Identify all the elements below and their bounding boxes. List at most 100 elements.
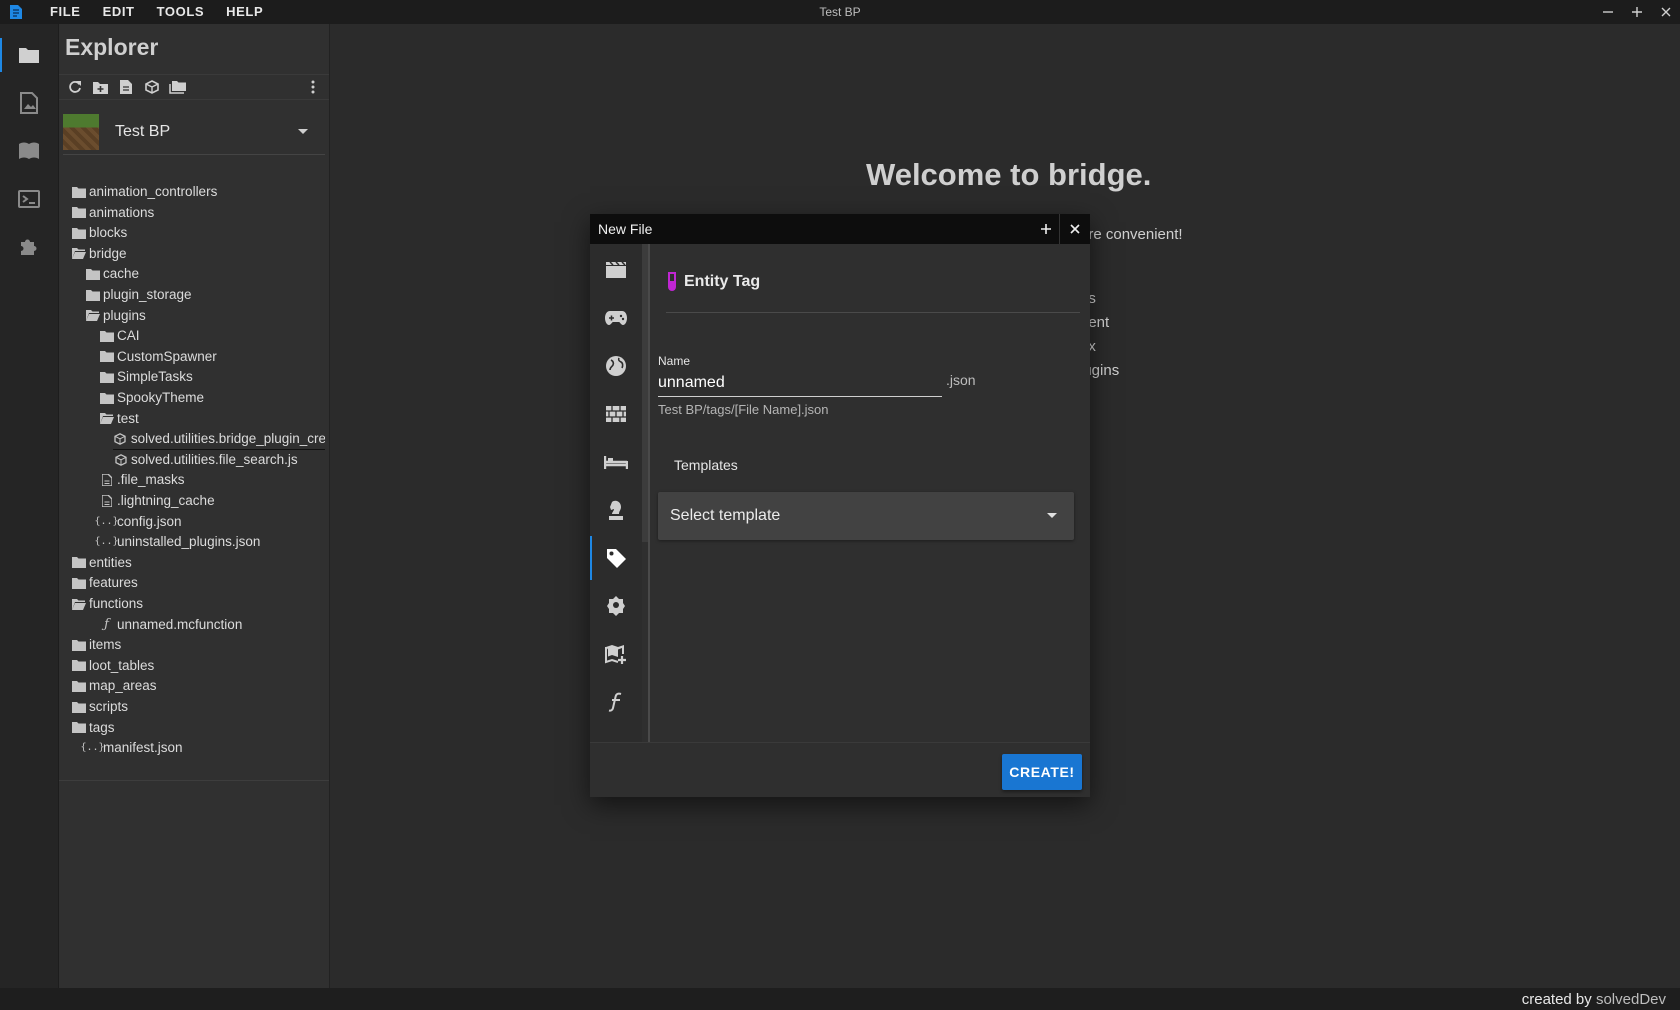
function-icon bbox=[608, 692, 622, 712]
minimize-button[interactable] bbox=[1594, 0, 1622, 24]
tree-item[interactable]: solved.utilities.bridge_plugin_cre bbox=[113, 429, 325, 451]
tree-item[interactable]: {..} config.json bbox=[94, 512, 181, 532]
tree-item[interactable]: items bbox=[71, 635, 121, 655]
image-tab[interactable] bbox=[0, 80, 58, 126]
dialog-close-button[interactable] bbox=[1061, 214, 1089, 244]
tree-item[interactable]: map_areas bbox=[71, 676, 157, 696]
bridge-logo-icon bbox=[10, 5, 22, 19]
new-file-button[interactable] bbox=[116, 77, 136, 97]
package-icon bbox=[113, 453, 128, 467]
file-type-game[interactable] bbox=[590, 296, 642, 340]
title-bar: FILE EDIT TOOLS HELP Test BP bbox=[0, 0, 1680, 24]
tree-item[interactable]: solved.utilities.file_search.js bbox=[113, 450, 298, 470]
tree-item[interactable]: scripts bbox=[71, 697, 128, 717]
movie-icon bbox=[606, 261, 626, 278]
menu-edit[interactable]: EDIT bbox=[92, 0, 146, 24]
tree-item[interactable]: functions bbox=[71, 594, 143, 614]
refresh-button[interactable] bbox=[65, 77, 85, 97]
tree-item[interactable]: animations bbox=[71, 203, 154, 223]
tree-item[interactable]: {..} uninstalled_plugins.json bbox=[94, 532, 261, 552]
folder-open-icon bbox=[99, 412, 114, 426]
file-type-heading-text: Entity Tag bbox=[684, 273, 761, 290]
file-type-block[interactable] bbox=[590, 392, 642, 436]
file-name-input[interactable] bbox=[658, 370, 942, 397]
file-type-entity[interactable] bbox=[590, 488, 642, 532]
file-type-heading: Entity Tag bbox=[666, 272, 760, 292]
tree-item[interactable]: plugins bbox=[85, 306, 146, 326]
folder-open-icon bbox=[71, 247, 86, 261]
tree-item[interactable]: loot_tables bbox=[71, 656, 154, 676]
tree-item[interactable]: tags bbox=[71, 718, 115, 738]
tree-item[interactable]: animation_controllers bbox=[71, 182, 217, 202]
tree-item[interactable]: features bbox=[71, 573, 138, 593]
tree-item[interactable]: test bbox=[99, 409, 139, 429]
tree-item-label: blocks bbox=[89, 225, 128, 241]
chevron-down-icon bbox=[1047, 513, 1057, 518]
create-button[interactable]: CREATE! bbox=[1002, 754, 1082, 790]
plugins-tab[interactable] bbox=[0, 224, 58, 270]
file-type-function[interactable] bbox=[590, 680, 642, 724]
terminal-icon bbox=[18, 190, 40, 208]
docs-tab[interactable] bbox=[0, 128, 58, 174]
tree-item[interactable]: SpookyTheme bbox=[99, 388, 204, 408]
file-type-animation[interactable] bbox=[590, 248, 642, 292]
dialog-title: New File bbox=[598, 221, 653, 237]
template-select-value: Select template bbox=[670, 507, 781, 524]
globe-icon bbox=[606, 356, 626, 376]
more-vertical-icon bbox=[311, 80, 315, 94]
footer-credit: created by solvedDev bbox=[1522, 991, 1666, 1008]
menu-file[interactable]: FILE bbox=[39, 0, 92, 24]
dialog-header-divider bbox=[1059, 214, 1060, 244]
dialog-footer-divider bbox=[590, 742, 1090, 743]
menu-help[interactable]: HELP bbox=[215, 0, 274, 24]
json-icon: {..} bbox=[94, 515, 119, 527]
tree-item[interactable]: .lightning_cache bbox=[99, 491, 215, 511]
package-button[interactable] bbox=[142, 77, 162, 97]
tree-item-label: loot_tables bbox=[89, 657, 155, 673]
brick-wall-icon bbox=[606, 406, 626, 422]
gamepad-icon bbox=[605, 311, 627, 325]
tree-item[interactable]: blocks bbox=[71, 223, 127, 243]
explorer-tab[interactable] bbox=[0, 32, 58, 78]
terminal-tab[interactable] bbox=[0, 176, 58, 222]
tree-item[interactable]: ƒ unnamed.mcfunction bbox=[99, 615, 242, 635]
bed-icon bbox=[604, 456, 628, 469]
puzzle-icon bbox=[21, 239, 37, 255]
close-window-button[interactable] bbox=[1652, 0, 1680, 24]
new-folder-button[interactable] bbox=[91, 77, 111, 97]
close-icon bbox=[1070, 224, 1080, 234]
tree-item[interactable]: .file_masks bbox=[99, 470, 185, 490]
template-select[interactable]: Select template bbox=[658, 492, 1074, 540]
footer-brand[interactable]: solvedDev bbox=[1596, 991, 1666, 1008]
tree-item-label: .file_masks bbox=[117, 472, 185, 488]
folder-icon bbox=[71, 185, 86, 199]
tree-item[interactable]: CAI bbox=[99, 326, 140, 346]
package-icon bbox=[145, 80, 159, 94]
folder-icon bbox=[99, 350, 114, 364]
tree-item[interactable]: bridge bbox=[71, 244, 127, 264]
menu-tools[interactable]: TOOLS bbox=[146, 0, 216, 24]
chess-piece-icon bbox=[609, 500, 623, 520]
maximize-button[interactable] bbox=[1623, 0, 1651, 24]
tree-item[interactable]: {..} manifest.json bbox=[80, 738, 182, 758]
tree-item[interactable]: plugin_storage bbox=[85, 285, 192, 305]
json-icon: {..} bbox=[94, 536, 119, 548]
folder-icon bbox=[71, 556, 86, 570]
tree-item[interactable]: cache bbox=[85, 264, 139, 284]
dialog-add-button[interactable] bbox=[1032, 214, 1060, 244]
folder-icon bbox=[99, 391, 114, 405]
file-type-spawn-rule[interactable] bbox=[590, 584, 642, 628]
file-type-map-area[interactable] bbox=[590, 632, 642, 676]
project-select[interactable]: Test BP bbox=[63, 110, 325, 155]
file-type-bed[interactable] bbox=[590, 440, 642, 484]
folders-button[interactable] bbox=[168, 77, 188, 97]
tree-item[interactable]: SimpleTasks bbox=[99, 367, 193, 387]
tree-item[interactable]: CustomSpawner bbox=[99, 347, 217, 367]
more-options-button[interactable] bbox=[303, 77, 323, 97]
tree-item-label: uninstalled_plugins.json bbox=[117, 534, 261, 550]
file-type-tag[interactable] bbox=[590, 536, 642, 580]
welcome-title: Welcome to bridge. bbox=[866, 157, 1152, 192]
tree-item[interactable]: entities bbox=[71, 553, 132, 573]
tree-item-label: functions bbox=[89, 596, 144, 611]
file-type-world[interactable] bbox=[590, 344, 642, 388]
